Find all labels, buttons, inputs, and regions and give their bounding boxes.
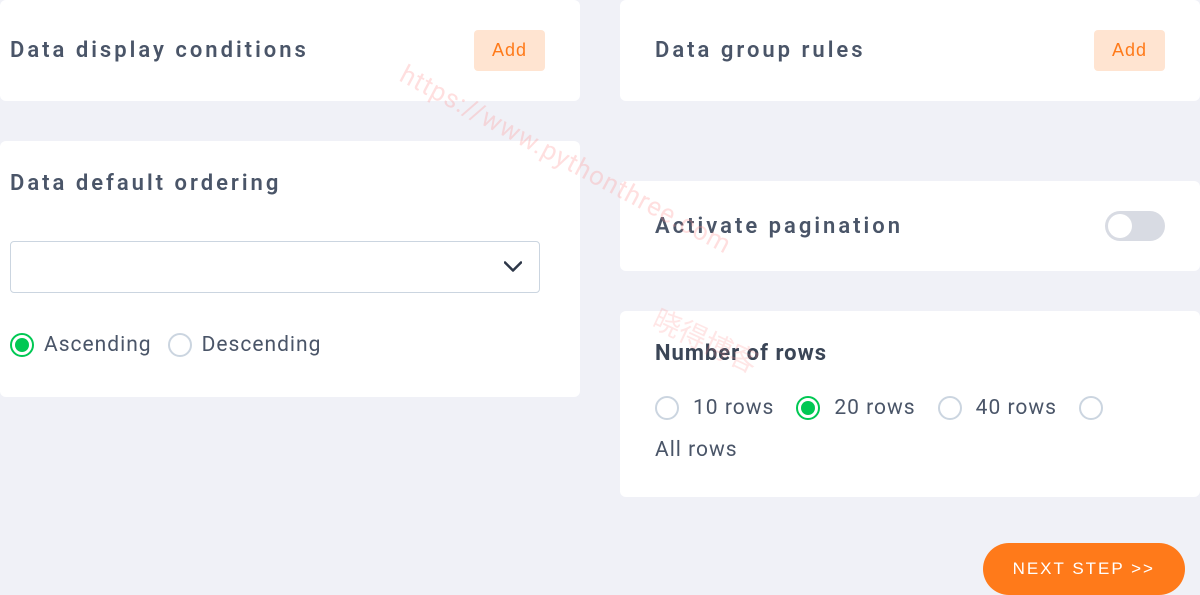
data-group-rules-card: Data group rules Add: [620, 0, 1200, 101]
ordering-select[interactable]: [10, 241, 540, 293]
rows-40-radio[interactable]: [938, 396, 962, 420]
rows-options: 10 rows 20 rows 40 rows: [655, 396, 1165, 420]
ordering-desc-label: Descending: [202, 333, 322, 357]
conditions-title: Data display conditions: [10, 38, 309, 63]
card-header: Data display conditions Add: [10, 30, 570, 71]
next-step-button[interactable]: NEXT STEP >>: [983, 543, 1185, 595]
add-group-rule-button[interactable]: Add: [1094, 30, 1165, 71]
ordering-radio-row: Ascending Descending: [10, 333, 570, 357]
ordering-asc-radio[interactable]: [10, 333, 34, 357]
rows-20-radio[interactable]: [796, 396, 820, 420]
rows-10-radio[interactable]: [655, 396, 679, 420]
data-display-conditions-card: Data display conditions Add: [0, 0, 580, 101]
pagination-title: Activate pagination: [655, 214, 903, 239]
ordering-asc-label: Ascending: [44, 333, 152, 357]
ordering-asc-group: Ascending: [10, 333, 152, 357]
rows-all-radio[interactable]: [1079, 396, 1103, 420]
card-header: Data group rules Add: [630, 30, 1190, 71]
add-condition-button[interactable]: Add: [474, 30, 545, 71]
pagination-toggle[interactable]: [1105, 211, 1165, 241]
data-default-ordering-card: Data default ordering Ascending Descendi…: [0, 141, 580, 397]
ordering-select-wrap: [10, 241, 570, 293]
pagination-header: Activate pagination: [655, 211, 1165, 241]
rows-20-label: 20 rows: [834, 396, 915, 420]
rows-all-label: All rows: [655, 438, 1165, 462]
ordering-desc-group: Descending: [168, 333, 322, 357]
rows-10-label: 10 rows: [693, 396, 774, 420]
rows-40-label: 40 rows: [976, 396, 1057, 420]
toggle-knob: [1108, 214, 1132, 238]
ordering-desc-radio[interactable]: [168, 333, 192, 357]
number-of-rows-card: Number of rows 10 rows 20 rows 40 rows A…: [620, 311, 1200, 497]
ordering-title: Data default ordering: [10, 171, 570, 196]
group-rules-title: Data group rules: [630, 38, 866, 63]
activate-pagination-card: Activate pagination: [620, 181, 1200, 271]
rows-title: Number of rows: [655, 341, 1165, 366]
